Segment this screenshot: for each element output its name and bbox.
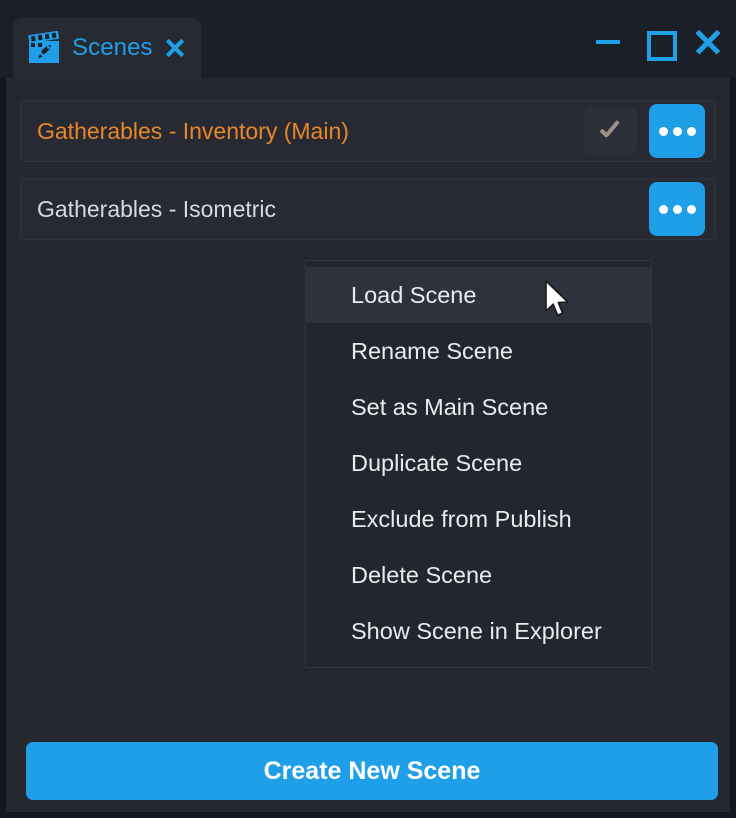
scene-name: Gatherables - Inventory (Main)	[37, 117, 349, 144]
maximize-icon[interactable]	[644, 28, 677, 61]
close-icon[interactable]	[694, 28, 722, 56]
menu-item-label: Show Scene in Explorer	[351, 617, 602, 644]
ellipsis-icon-dot	[686, 126, 696, 136]
scene-row-actions	[649, 182, 715, 236]
ellipsis-icon-dot	[686, 204, 696, 214]
clapperboard-rocket-icon	[27, 30, 61, 65]
tab-close-icon[interactable]	[164, 37, 186, 59]
menu-item-label: Exclude from Publish	[351, 505, 572, 532]
menu-item-label: Duplicate Scene	[351, 449, 523, 476]
menu-item-rename-scene[interactable]: Rename Scene	[306, 323, 651, 379]
ellipsis-icon-dot	[658, 126, 668, 136]
menu-item-load-scene[interactable]: Load Scene	[306, 267, 651, 323]
menu-item-show-scene-in-explorer[interactable]: Show Scene in Explorer	[306, 603, 651, 659]
scene-list: Gatherables - Inventory (Main) Gatherabl…	[20, 100, 716, 256]
menu-item-label: Load Scene	[351, 281, 477, 308]
scene-context-menu: Load Scene Rename Scene Set as Main Scen…	[305, 260, 652, 668]
ellipsis-icon-dot	[658, 204, 668, 214]
menu-item-exclude-from-publish[interactable]: Exclude from Publish	[306, 491, 651, 547]
tab-scenes[interactable]: Scenes	[13, 18, 201, 78]
menu-item-label: Delete Scene	[351, 561, 493, 588]
scene-row-actions	[584, 104, 715, 158]
title-bar: Scenes	[0, 0, 736, 78]
create-new-scene-button[interactable]: Create New Scene	[26, 742, 718, 800]
menu-item-label: Rename Scene	[351, 337, 513, 364]
menu-item-delete-scene[interactable]: Delete Scene	[306, 547, 651, 603]
scenes-panel: Gatherables - Inventory (Main) Gatherabl…	[6, 78, 730, 812]
window-controls	[594, 28, 722, 61]
scene-row[interactable]: Gatherables - Inventory (Main)	[20, 100, 716, 162]
scene-name: Gatherables - Isometric	[37, 195, 277, 222]
menu-item-duplicate-scene[interactable]: Duplicate Scene	[306, 435, 651, 491]
tab-title: Scenes	[72, 34, 153, 61]
menu-item-set-as-main-scene[interactable]: Set as Main Scene	[306, 379, 651, 435]
scene-active-checkmark-button[interactable]	[584, 107, 637, 155]
checkmark-icon	[598, 118, 624, 144]
scene-row[interactable]: Gatherables - Isometric	[20, 178, 716, 240]
scene-options-button[interactable]	[649, 182, 705, 236]
scenes-window: Scenes Gatherables - Inventory (Main) Ga…	[0, 0, 736, 818]
minimize-icon[interactable]	[594, 28, 622, 56]
menu-item-label: Set as Main Scene	[351, 393, 549, 420]
scene-options-button[interactable]	[649, 104, 705, 158]
ellipsis-icon-dot	[672, 126, 682, 136]
ellipsis-icon-dot	[672, 204, 682, 214]
